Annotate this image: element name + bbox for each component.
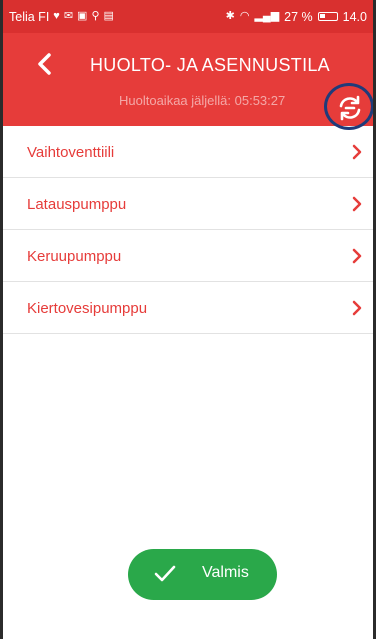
done-button[interactable]: Valmis xyxy=(128,549,277,600)
list-item-kiertovesipumppu[interactable]: Kiertovesipumppu xyxy=(3,282,373,334)
page-title: HUOLTO- JA ASENNUSTILA xyxy=(90,55,330,75)
list-item-label: Kiertovesipumppu xyxy=(27,300,148,317)
chevron-left-icon xyxy=(38,53,51,75)
app-screen: Telia FI ♥ ✉ ▣ ⚲ ▤ ✱ ◠ ▂▄▆ 27 % 14.0 HUO… xyxy=(0,0,376,639)
status-bar-left: Telia FI ♥ ✉ ▣ ⚲ ▤ xyxy=(9,10,114,24)
clock: 14.0 xyxy=(342,9,367,24)
list-item-label: Keruupumppu xyxy=(27,248,122,265)
service-time-remaining: Huoltoaikaa jäljellä: 05:53:27 xyxy=(119,93,286,108)
back-button[interactable] xyxy=(33,51,59,77)
chevron-right-icon xyxy=(352,300,362,316)
status-bar-right: ✱ ◠ ▂▄▆ 27 % 14.0 xyxy=(226,10,367,24)
list-item-keruupumppu[interactable]: Keruupumppu xyxy=(3,230,373,282)
wifi-icon: ◠ xyxy=(239,10,250,22)
refresh-icon xyxy=(339,95,361,121)
chevron-right-icon xyxy=(352,248,362,264)
component-list: Vaihtoventtiili Latauspumppu Keruupumppu… xyxy=(3,126,373,334)
header: Telia FI ♥ ✉ ▣ ⚲ ▤ ✱ ◠ ▂▄▆ 27 % 14.0 HUO… xyxy=(3,0,373,126)
battery-icon xyxy=(317,12,338,21)
list-item-label: Latauspumppu xyxy=(27,196,127,213)
app-icon: ▣ xyxy=(77,10,88,22)
list-item-vaihtoventtiili[interactable]: Vaihtoventtiili xyxy=(3,126,373,178)
heart-icon: ♥ xyxy=(53,10,60,22)
mail-icon: ✉ xyxy=(63,10,74,22)
list-item-latauspumppu[interactable]: Latauspumppu xyxy=(3,178,373,230)
refresh-button[interactable] xyxy=(324,83,373,130)
check-icon xyxy=(154,565,176,582)
signal-icon: ▂▄▆ xyxy=(254,10,280,22)
chevron-right-icon xyxy=(352,144,362,160)
person-icon: ⚲ xyxy=(91,10,100,22)
battery-percent: 27 % xyxy=(284,9,313,24)
carrier-label: Telia FI xyxy=(9,9,50,24)
status-bar: Telia FI ♥ ✉ ▣ ⚲ ▤ ✱ ◠ ▂▄▆ 27 % 14.0 xyxy=(3,0,373,33)
image-icon: ▤ xyxy=(103,10,114,22)
bluetooth-icon: ✱ xyxy=(225,10,235,22)
chevron-right-icon xyxy=(352,196,362,212)
title-bar: HUOLTO- JA ASENNUSTILA xyxy=(3,33,373,95)
done-button-label: Valmis xyxy=(202,564,249,581)
list-item-label: Vaihtoventtiili xyxy=(27,144,115,161)
